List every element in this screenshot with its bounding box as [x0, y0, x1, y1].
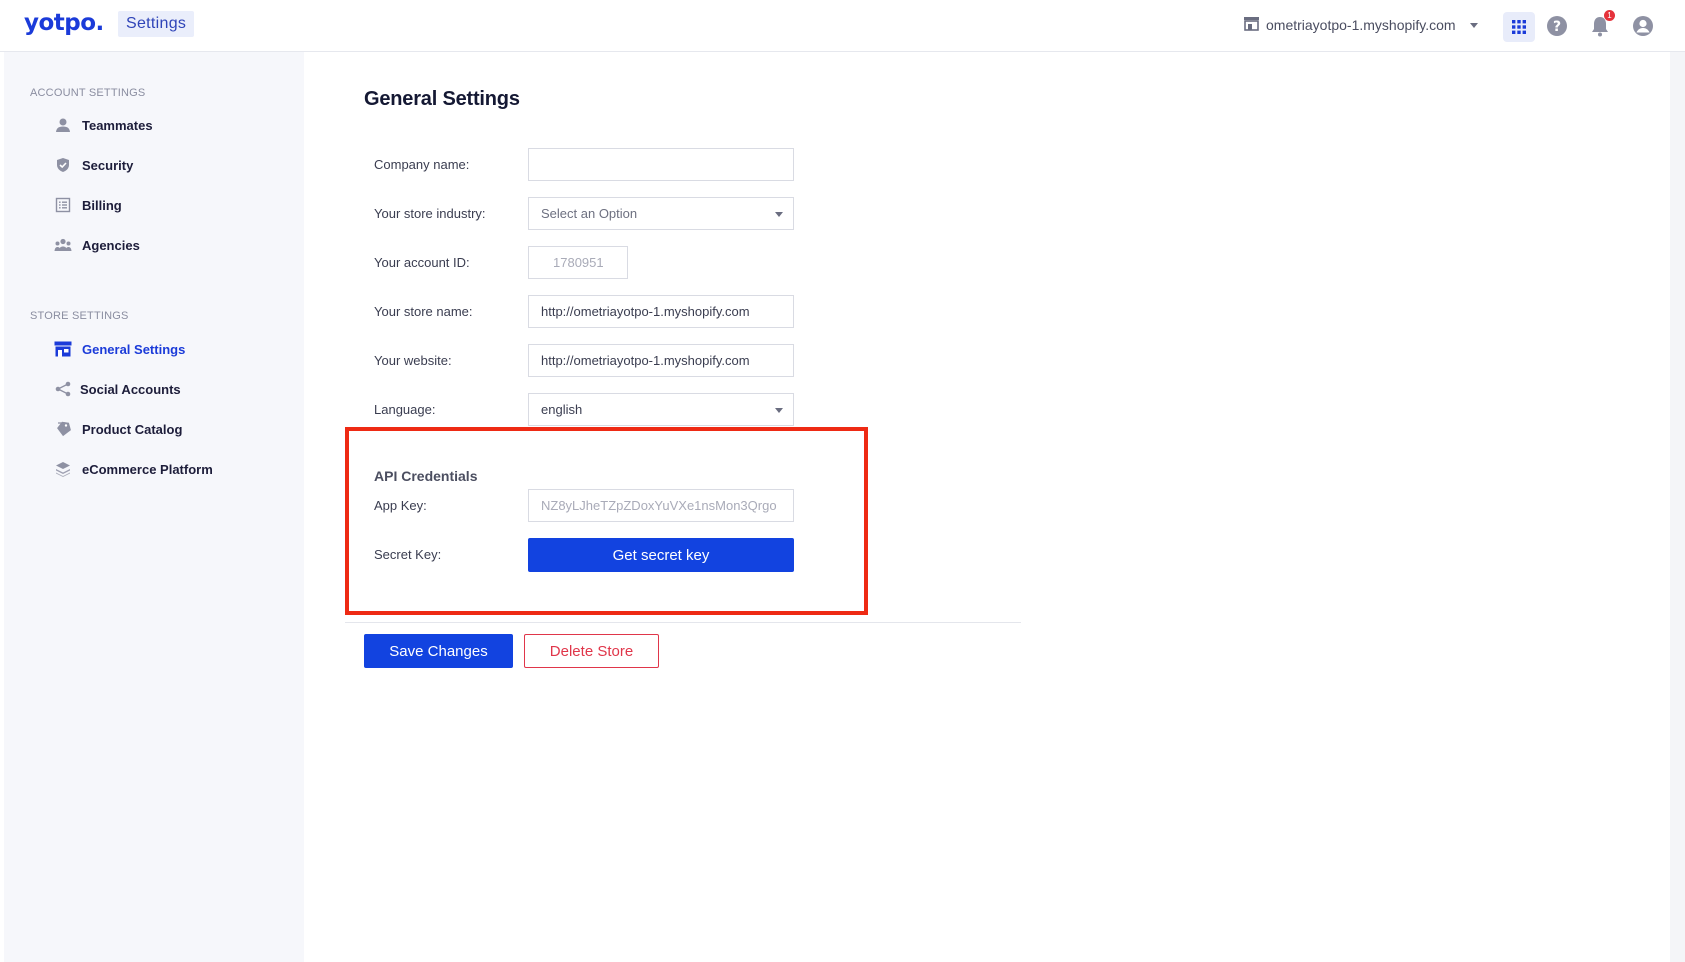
sidebar-item-teammates[interactable]: Teammates — [54, 116, 153, 134]
store-icon — [1243, 16, 1260, 34]
sidebar-item-label: General Settings — [82, 341, 186, 357]
company-name-input[interactable] — [528, 148, 794, 181]
sidebar-item-social-accounts[interactable]: Social Accounts — [54, 380, 181, 398]
help-icon: ? — [1547, 16, 1567, 36]
sidebar: ACCOUNT SETTINGS Teammates Security Bill… — [4, 52, 304, 962]
divider — [345, 622, 1021, 623]
account-button[interactable] — [1630, 13, 1656, 39]
apps-grid-icon — [1512, 20, 1526, 34]
sidebar-item-label: Product Catalog — [82, 421, 183, 437]
account-id-label: Your account ID: — [374, 255, 470, 270]
store-name-input[interactable]: http://ometriayotpo-1.myshopify.com — [528, 295, 794, 328]
apps-grid-button[interactable] — [1503, 12, 1535, 42]
store-name: ometriayotpo-1.myshopify.com — [1266, 17, 1456, 33]
delete-store-button[interactable]: Delete Store — [524, 634, 659, 668]
help-button[interactable]: ? — [1544, 13, 1570, 39]
app-key-label: App Key: — [374, 498, 427, 513]
sidebar-item-agencies[interactable]: Agencies — [54, 236, 140, 254]
notifications-button[interactable]: 1 — [1587, 10, 1615, 39]
yotpo-logo[interactable]: yotpo. — [24, 10, 104, 36]
sidebar-item-label: Billing — [82, 197, 122, 213]
account-settings-heading: ACCOUNT SETTINGS — [30, 87, 146, 99]
store-settings-heading: STORE SETTINGS — [30, 310, 129, 322]
account-id-field: 1780951 — [528, 246, 628, 279]
notification-badge: 1 — [1604, 10, 1615, 21]
chevron-down-icon — [775, 212, 783, 217]
person-icon — [54, 116, 72, 134]
sidebar-item-label: Social Accounts — [80, 381, 181, 397]
scrollbar-track[interactable] — [1670, 52, 1685, 962]
sidebar-item-label: eCommerce Platform — [82, 461, 213, 477]
sidebar-item-label: Teammates — [82, 117, 153, 133]
language-label: Language: — [374, 402, 436, 417]
sidebar-item-billing[interactable]: Billing — [54, 196, 122, 214]
sidebar-item-label: Agencies — [82, 237, 140, 253]
page-title: General Settings — [364, 88, 520, 110]
store-industry-label: Your store industry: — [374, 206, 486, 221]
group-icon — [54, 236, 72, 254]
api-credentials-title: API Credentials — [374, 468, 478, 484]
store-icon — [54, 340, 72, 358]
secret-key-label: Secret Key: — [374, 547, 442, 562]
chevron-down-icon — [1469, 22, 1478, 28]
svg-text:?: ? — [1553, 19, 1561, 35]
sidebar-item-ecommerce-platform[interactable]: eCommerce Platform — [54, 460, 213, 478]
tag-icon — [54, 420, 72, 438]
sidebar-item-general-settings[interactable]: General Settings — [54, 340, 185, 358]
app-key-field[interactable]: NZ8yLJheTZpZDoxYuVXe1nsMon3Qrgo — [528, 489, 794, 522]
get-secret-key-button[interactable]: Get secret key — [528, 538, 794, 572]
store-industry-select[interactable]: Select an Option — [528, 197, 794, 230]
language-value: english — [541, 402, 583, 417]
save-changes-button[interactable]: Save Changes — [364, 634, 513, 668]
store-industry-value: Select an Option — [541, 206, 638, 221]
website-label: Your website: — [374, 353, 452, 368]
store-selector[interactable]: ometriayotpo-1.myshopify.com — [1243, 16, 1478, 34]
settings-section-chip[interactable]: Settings — [118, 11, 195, 37]
billing-list-icon — [54, 196, 72, 214]
chevron-down-icon — [775, 408, 783, 413]
sidebar-item-product-catalog[interactable]: Product Catalog — [54, 420, 182, 438]
sidebar-item-security[interactable]: Security — [54, 156, 133, 174]
layers-icon — [54, 460, 72, 478]
company-name-label: Company name: — [374, 157, 470, 172]
store-name-label: Your store name: — [374, 304, 473, 319]
share-icon — [54, 380, 72, 398]
shield-icon — [54, 156, 72, 174]
language-select[interactable]: english — [528, 393, 794, 426]
website-input[interactable]: http://ometriayotpo-1.myshopify.com — [528, 344, 794, 377]
top-bar: yotpo. Settings ometriayotpo-1.myshopify… — [0, 0, 1685, 52]
sidebar-item-label: Security — [82, 157, 134, 173]
user-icon — [1633, 16, 1653, 36]
